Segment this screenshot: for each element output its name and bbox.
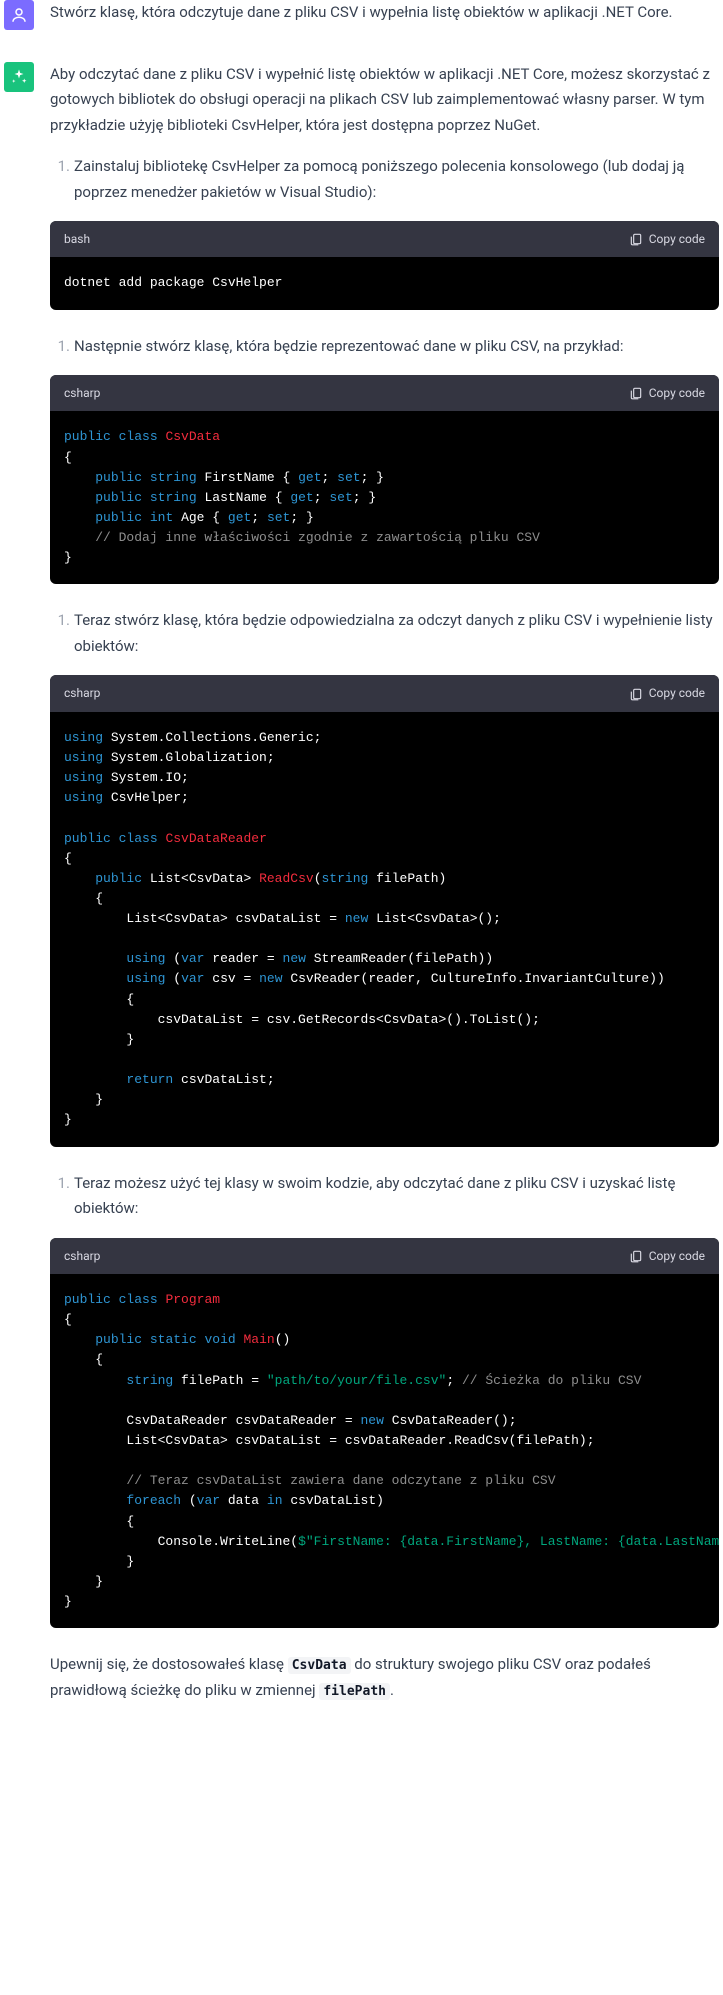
step-number: 1. [50,608,70,659]
step-text: Zainstaluj bibliotekę CsvHelper za pomoc… [74,154,719,205]
code-content[interactable]: using System.Collections.Generic; using … [50,712,719,1147]
assistant-avatar [4,62,34,92]
step-text: Teraz możesz użyć tej klasy w swoim kodz… [74,1171,719,1222]
code-block: csharp Copy code public class Program { … [50,1238,719,1629]
assistant-content: Aby odczytać dane z pliku CSV i wypełnić… [50,62,719,1720]
step-item: 1. Teraz możesz użyć tej klasy w swoim k… [50,1171,719,1629]
assistant-outro: Upewnij się, że dostosowałeś klasę CsvDa… [50,1652,719,1703]
steps-list: 1. Zainstaluj bibliotekę CsvHelper za po… [50,154,719,1628]
assistant-intro: Aby odczytać dane z pliku CSV i wypełnić… [50,62,719,139]
inline-code: CsvData [288,1657,351,1674]
code-block: bash Copy code dotnet add package CsvHel… [50,221,719,310]
inline-code: filePath [319,1683,390,1700]
copy-label: Copy code [649,683,705,703]
clipboard-icon [629,386,643,400]
copy-label: Copy code [649,1246,705,1266]
person-icon [10,6,28,24]
step-item: 1. Następnie stwórz klasę, która będzie … [50,334,719,585]
step-text: Teraz stwórz klasę, która będzie odpowie… [74,608,719,659]
code-block: csharp Copy code using System.Collection… [50,675,719,1146]
code-lang: csharp [64,683,100,703]
code-lang: csharp [64,1246,100,1266]
code-lang: bash [64,229,90,249]
step-item: 1. Zainstaluj bibliotekę CsvHelper za po… [50,154,719,310]
assistant-message: Aby odczytać dane z pliku CSV i wypełnić… [0,62,723,1740]
step-item: 1. Teraz stwórz klasę, która będzie odpo… [50,608,719,1146]
copy-button[interactable]: Copy code [629,683,705,703]
step-number: 1. [50,1171,70,1222]
copy-label: Copy code [649,229,705,249]
sparkle-icon [10,68,28,86]
code-bar: csharp Copy code [50,675,719,711]
clipboard-icon [629,1249,643,1263]
code-content[interactable]: public class Program { public static voi… [50,1274,719,1628]
copy-label: Copy code [649,383,705,403]
step-text: Następnie stwórz klasę, która będzie rep… [74,334,719,360]
code-lang: csharp [64,383,100,403]
code-block: csharp Copy code public class CsvData { … [50,375,719,584]
user-message: Stwórz klasę, która odczytuje dane z pli… [0,0,723,62]
user-text: Stwórz klasę, która odczytuje dane z pli… [50,0,719,26]
code-content[interactable]: dotnet add package CsvHelper [50,257,719,309]
copy-button[interactable]: Copy code [629,229,705,249]
user-avatar [4,0,34,30]
code-bar: csharp Copy code [50,1238,719,1274]
clipboard-icon [629,232,643,246]
clipboard-icon [629,687,643,701]
copy-button[interactable]: Copy code [629,1246,705,1266]
copy-button[interactable]: Copy code [629,383,705,403]
user-content: Stwórz klasę, która odczytuje dane z pli… [50,0,719,42]
step-number: 1. [50,334,70,360]
code-content[interactable]: public class CsvData { public string Fir… [50,411,719,584]
code-bar: bash Copy code [50,221,719,257]
code-bar: csharp Copy code [50,375,719,411]
step-number: 1. [50,154,70,205]
